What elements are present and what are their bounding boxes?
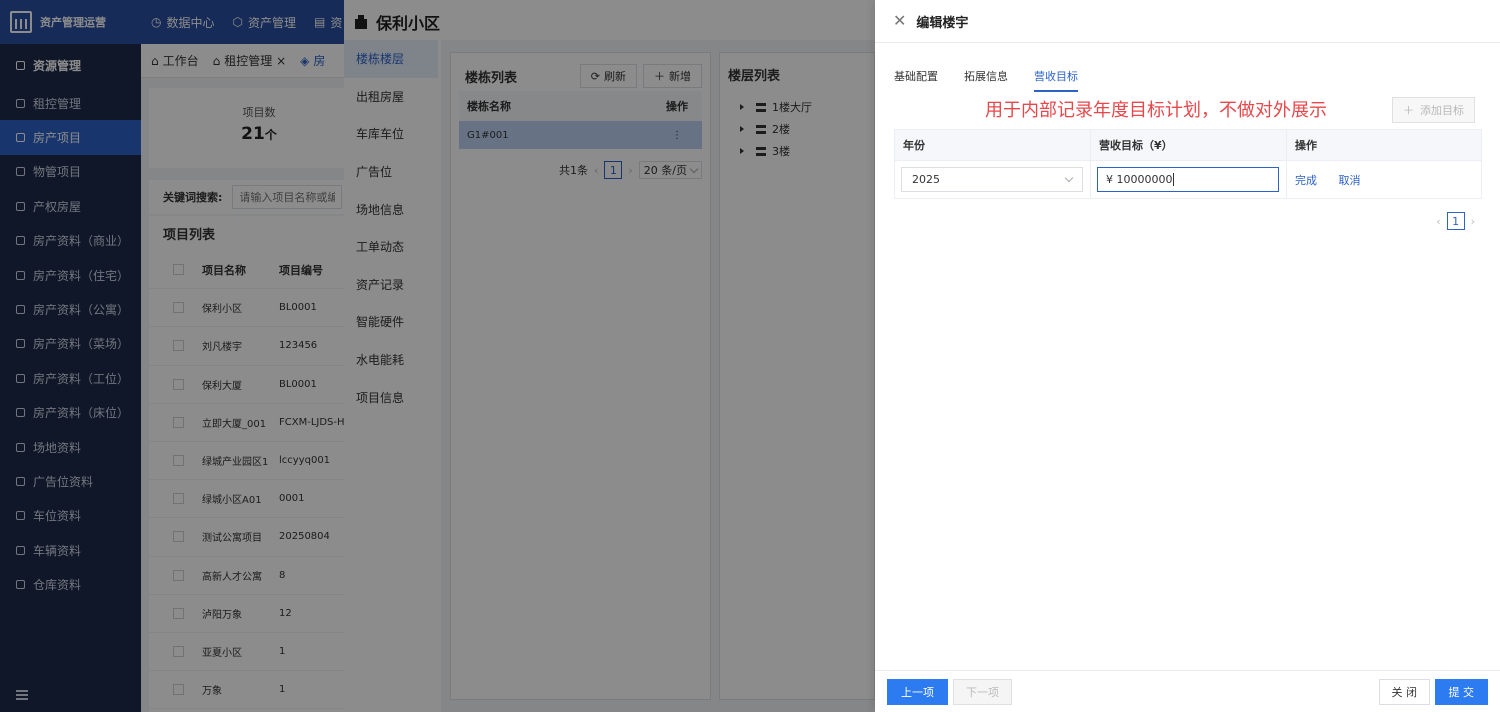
project-detail-drawer: 保利小区 楼栋楼层 出租房屋 车库车位 广告位 场地信息 工单动态 资产记录 智能硬件 水电能耗… — [344, 0, 875, 712]
submit-button[interactable]: 提 交 — [1434, 679, 1488, 705]
cancel-link[interactable]: 取消 — [1339, 174, 1361, 187]
table-header-row: 年份 营收目标（¥） 操作 — [894, 129, 1482, 161]
drawer-header: ✕ 编辑楼宇 — [875, 0, 1500, 43]
revenue-target-input[interactable]: ¥ 10000000 — [1097, 167, 1279, 192]
drawer-tab[interactable]: 基础配置 — [894, 68, 938, 92]
edit-building-drawer: ✕ 编辑楼宇 基础配置 拓展信息 营收目标 用于内部记录年度目标计划，不做对外展示 … — [875, 0, 1500, 712]
prev-item-button[interactable]: 上一项 — [887, 679, 948, 705]
drawer-title: 编辑楼宇 — [916, 15, 969, 31]
col-year: 年份 — [894, 129, 1091, 161]
table-row: 2025 ¥ 10000000 完成 取消 — [894, 160, 1482, 199]
done-link[interactable]: 完成 — [1295, 174, 1317, 187]
chevron-down-icon — [1064, 173, 1074, 183]
plus-icon: ＋ — [1403, 104, 1414, 117]
close-button[interactable]: 关 闭 — [1378, 679, 1430, 705]
col-target: 营收目标（¥） — [1090, 129, 1287, 161]
next-page-icon[interactable]: › — [1471, 215, 1475, 228]
drawer-tab[interactable]: 拓展信息 — [964, 68, 1008, 92]
drawer-tabs: 基础配置 拓展信息 营收目标 — [894, 68, 1078, 92]
prev-page-icon[interactable]: ‹ — [1436, 215, 1440, 228]
annotation-text: 用于内部记录年度目标计划，不做对外展示 — [985, 100, 1327, 121]
next-item-button[interactable]: 下一项 — [953, 679, 1012, 705]
revenue-target-table: 年份 营收目标（¥） 操作 2025 ¥ 10000000 完成 取消 — [894, 129, 1482, 199]
page-number[interactable]: 1 — [1446, 212, 1465, 230]
add-target-button[interactable]: ＋ 添加目标 — [1392, 97, 1475, 123]
drawer-tab[interactable]: 营收目标 — [1034, 68, 1078, 92]
drawer-footer: 上一项 下一项 关 闭 提 交 — [875, 670, 1500, 712]
text-caret — [1173, 173, 1175, 186]
col-actions: 操作 — [1286, 129, 1482, 161]
year-select[interactable]: 2025 — [901, 167, 1083, 192]
close-icon[interactable]: ✕ — [893, 13, 906, 29]
drawer-overlay[interactable] — [344, 0, 875, 712]
target-pagination: ‹ 1 › — [1436, 212, 1475, 230]
